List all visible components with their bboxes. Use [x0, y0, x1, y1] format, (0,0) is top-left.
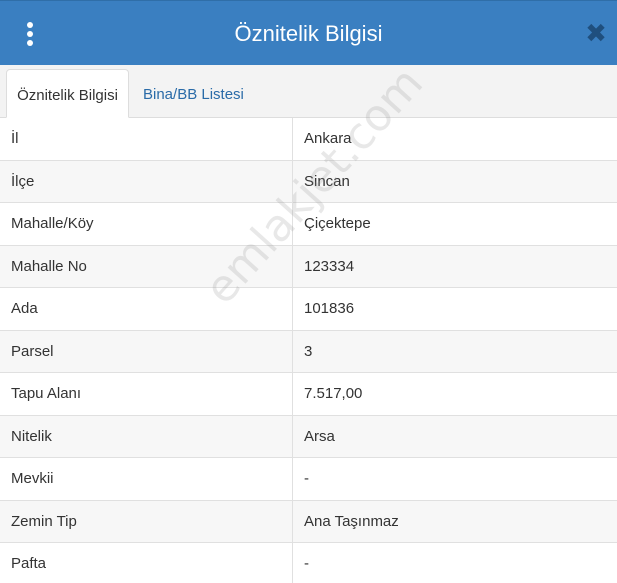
row-value: Ankara [304, 130, 352, 148]
attribute-info-dialog: Öznitelik Bilgisi ✖ Öznitelik Bilgisi Bi… [0, 0, 617, 583]
row-value: Sincan [304, 172, 350, 190]
table-row: İl Ankara [0, 118, 617, 161]
row-value: Arsa [304, 427, 335, 445]
close-icon[interactable]: ✖ [585, 21, 607, 47]
row-value: - [304, 555, 309, 573]
row-key: Ada [0, 288, 293, 330]
table-row: Nitelik Arsa [0, 415, 617, 458]
row-key: Mahalle No [0, 245, 293, 287]
table-row: Mahalle No 123334 [0, 245, 617, 288]
row-key: Pafta [0, 543, 293, 583]
row-value: 7.517,00 [304, 385, 363, 403]
dialog-title: Öznitelik Bilgisi [234, 21, 383, 46]
row-value: 101836 [304, 300, 355, 318]
row-key: Zemin Tip [0, 500, 293, 542]
row-value: - [304, 470, 309, 488]
row-value: Çiçektepe [304, 215, 371, 233]
table-row: Ada 101836 [0, 288, 617, 331]
row-key: Mahalle/Köy [0, 203, 293, 245]
attribute-table: İl Ankara İlçe Sincan Mahalle/Köy Çiçekt… [0, 118, 617, 583]
tab-building-list[interactable]: Bina/BB Listesi [133, 69, 254, 118]
table-row: Mevkii - [0, 458, 617, 501]
table-row: İlçe Sincan [0, 160, 617, 203]
row-key: Parsel [0, 330, 293, 372]
title-bar: Öznitelik Bilgisi ✖ [0, 0, 617, 65]
row-value: Ana Taşınmaz [304, 512, 399, 530]
tab-bar: Öznitelik Bilgisi Bina/BB Listesi [0, 65, 617, 118]
table-row: Parsel 3 [0, 330, 617, 373]
row-key: İl [0, 118, 293, 160]
table-row: Zemin Tip Ana Taşınmaz [0, 500, 617, 543]
row-key: Nitelik [0, 415, 293, 457]
row-value: 123334 [304, 257, 355, 275]
table-row: Mahalle/Köy Çiçektepe [0, 203, 617, 246]
row-key: İlçe [0, 160, 293, 202]
row-key: Tapu Alanı [0, 373, 293, 415]
table-row: Pafta - [0, 543, 617, 583]
table-row: Tapu Alanı 7.517,00 [0, 373, 617, 416]
row-value: 3 [304, 342, 313, 360]
row-key: Mevkii [0, 458, 293, 500]
tab-attribute-info[interactable]: Öznitelik Bilgisi [6, 69, 129, 118]
